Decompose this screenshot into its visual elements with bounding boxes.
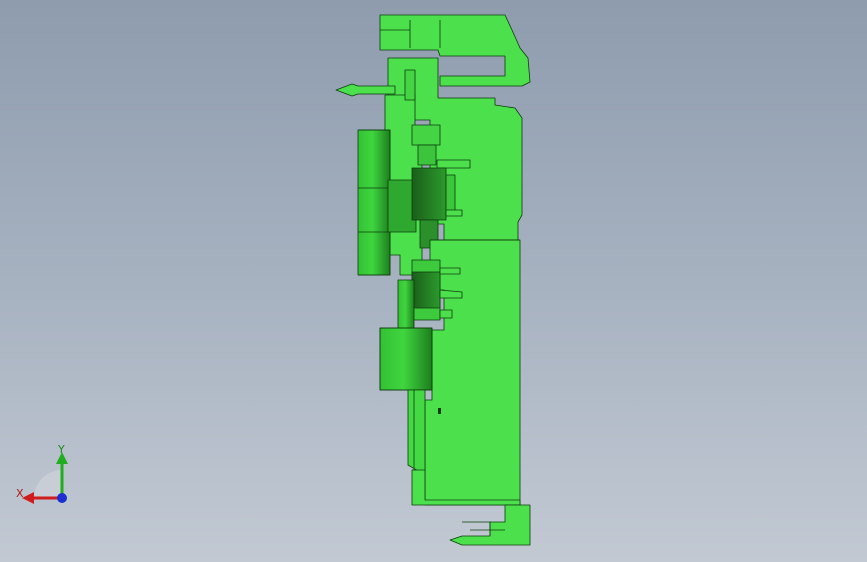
y-axis-label: Y bbox=[58, 443, 65, 456]
upper-cylinder bbox=[357, 129, 391, 276]
middle-dark-block bbox=[411, 271, 441, 309]
inner-dark-block bbox=[411, 167, 447, 221]
cad-model-3d-part[interactable] bbox=[0, 0, 867, 562]
left-pin bbox=[335, 83, 396, 97]
triad-plane-icon bbox=[34, 470, 62, 498]
x-axis-label: X bbox=[16, 487, 24, 500]
lower-cylinder bbox=[379, 327, 433, 391]
middle-cylinder bbox=[397, 279, 415, 331]
z-axis-dot-icon bbox=[57, 493, 67, 503]
graphics-viewport[interactable]: X Y bbox=[0, 0, 867, 562]
axis-triad: X Y bbox=[12, 440, 82, 510]
lower-left-strip bbox=[407, 389, 426, 476]
